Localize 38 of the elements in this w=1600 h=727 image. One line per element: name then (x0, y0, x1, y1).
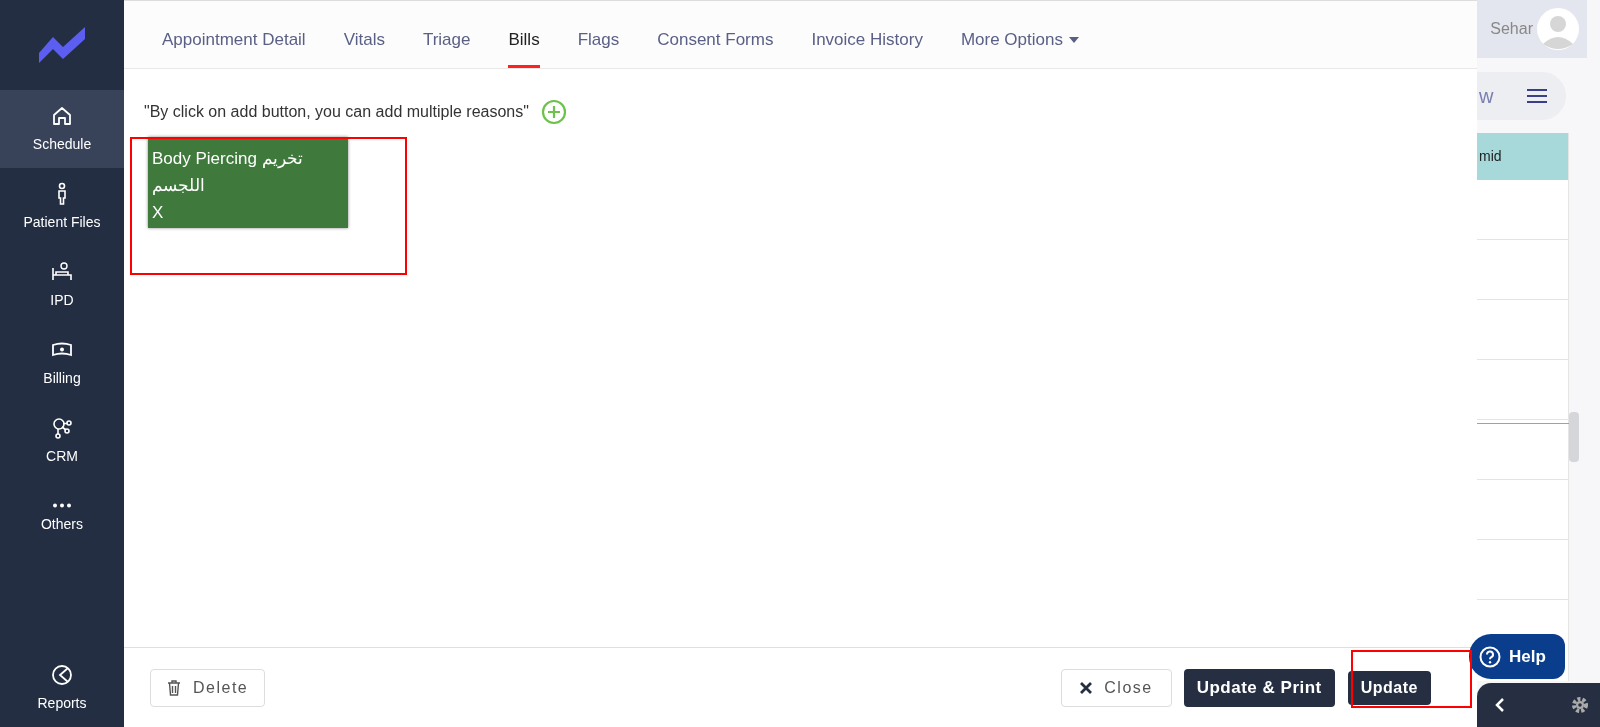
tab[interactable]: Bills (508, 0, 540, 68)
help-button[interactable]: Help (1469, 634, 1565, 679)
remove-link[interactable]: X (152, 199, 164, 226)
tab[interactable]: More Options (960, 0, 1079, 68)
more-icon (52, 503, 72, 508)
tab[interactable]: Invoice History (811, 0, 923, 68)
caret-icon (1068, 36, 1079, 43)
sidebar-item[interactable]: Patient Files (0, 168, 124, 246)
nodes-icon (50, 415, 74, 440)
close-button[interactable]: Close (1061, 668, 1172, 707)
update-print-button[interactable]: Update & Print (1183, 668, 1335, 707)
sidebar-item[interactable]: Billing (0, 324, 124, 402)
scrollbar-thumb[interactable] (1569, 412, 1579, 462)
tab[interactable]: Vitals (343, 0, 385, 68)
menu-icon[interactable] (1526, 88, 1548, 104)
reason-label: Body Piercing تخريم اللجسم (152, 148, 304, 197)
sidebar-item[interactable]: Schedule (0, 90, 124, 168)
pie-chart-icon (50, 662, 74, 687)
close-icon (1080, 681, 1093, 694)
sidebar-item[interactable]: Reports (0, 649, 124, 727)
settings-icon[interactable] (1571, 696, 1589, 714)
delete-button[interactable]: Delete (150, 668, 266, 707)
tab[interactable]: Triage (422, 0, 471, 68)
trash-icon (167, 679, 181, 696)
chevron-left-icon[interactable] (1495, 697, 1505, 713)
sidebar-item[interactable]: IPD (0, 246, 124, 324)
sidebar-item[interactable]: Others (0, 480, 124, 558)
update-button[interactable]: Update (1347, 670, 1431, 705)
sidebar-item[interactable]: CRM (0, 402, 124, 480)
column-header-text: mid (1479, 147, 1502, 166)
avatar-icon (1537, 8, 1579, 50)
hint-text: "By click on add button, you can add multiple reasons" (144, 102, 529, 122)
question-icon (1479, 645, 1501, 668)
tab[interactable]: Consent Forms (657, 0, 774, 68)
tab[interactable]: Appointment Detail (162, 0, 306, 68)
logo-icon (39, 27, 85, 63)
user-name: Sehar (1490, 19, 1533, 39)
tab[interactable]: Flags (577, 0, 620, 68)
